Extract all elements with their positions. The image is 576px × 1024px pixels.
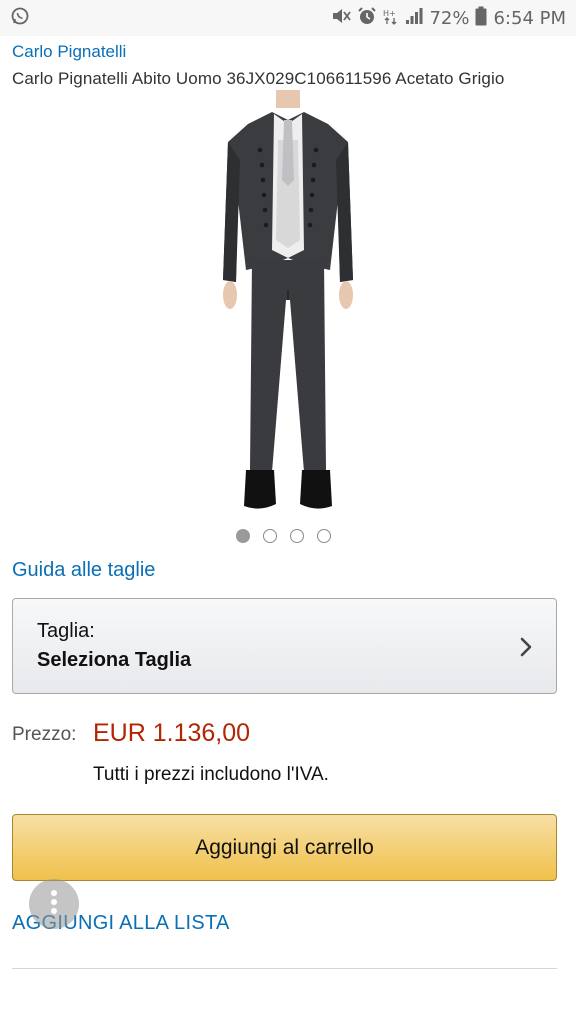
clock: 6:54 PM [493,7,566,29]
vat-note: Tutti i prezzi includono l'IVA. [93,764,329,785]
product-image[interactable] [188,90,388,520]
battery-percent: 72% [429,7,470,29]
data-icon: H+ [383,7,399,30]
price-label: Prezzo: [12,724,77,745]
size-label: Taglia: [37,620,95,642]
signal-icon [405,7,423,30]
brand-link[interactable]: Carlo Pignatelli [12,42,126,62]
price-value: EUR 1.136,00 [93,719,251,747]
size-guide-link[interactable]: Guida alle taglie [12,559,155,582]
image-carousel-dots [236,529,331,543]
carousel-dot-2[interactable] [263,529,277,543]
divider [12,968,557,969]
size-value: Seleziona Taglia [37,649,192,671]
carousel-dot-3[interactable] [290,529,304,543]
whatsapp-icon [10,6,30,31]
size-selector[interactable]: Taglia: Seleziona Taglia [12,598,557,694]
carousel-dot-1[interactable] [236,529,250,543]
status-bar: H+ 72% 6:54 PM [0,0,576,36]
alarm-icon [357,6,377,31]
svg-text:H+: H+ [383,9,396,18]
battery-icon [475,6,487,31]
chevron-right-icon [518,636,534,658]
mute-icon [331,7,352,30]
more-vertical-icon [50,889,58,920]
overflow-menu-button[interactable] [29,879,79,929]
product-title: Carlo Pignatelli Abito Uomo 36JX029C1066… [12,69,505,88]
carousel-dot-4[interactable] [317,529,331,543]
add-to-cart-button[interactable]: Aggiungi al carrello [12,814,557,881]
